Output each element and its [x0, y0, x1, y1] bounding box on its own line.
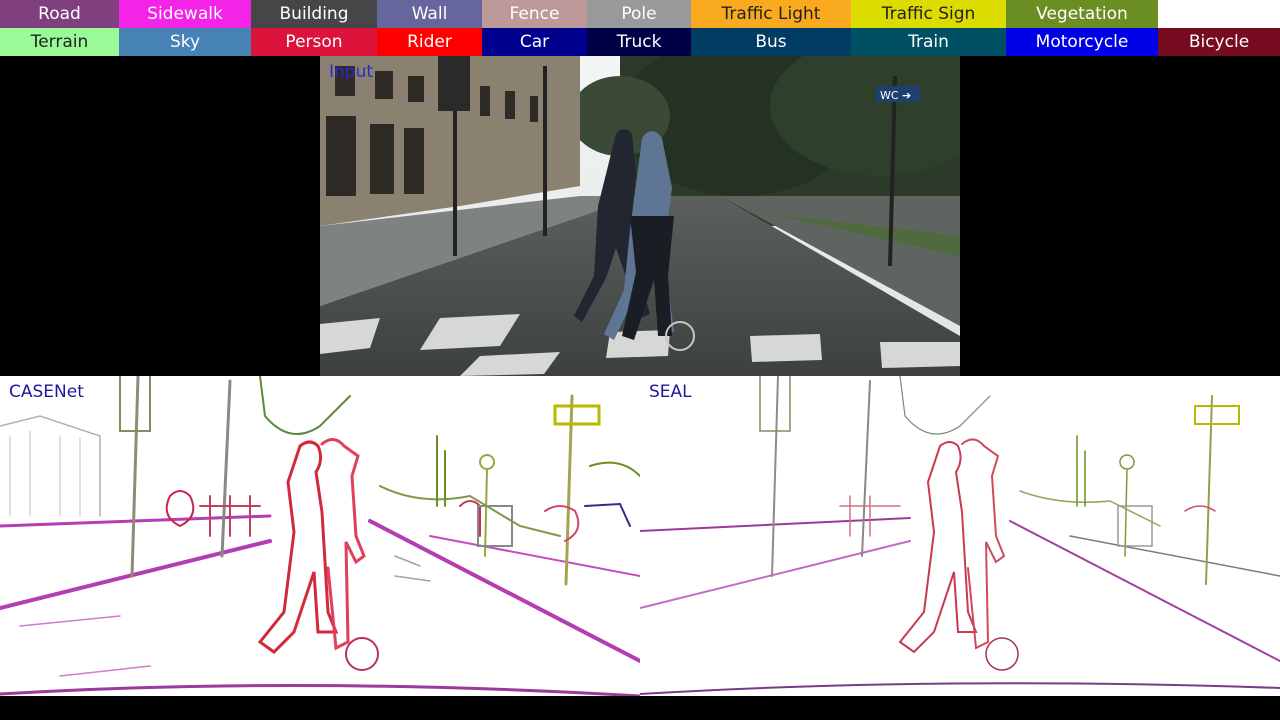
legend-road: Road	[0, 0, 119, 28]
input-label: Input	[329, 62, 374, 82]
legend-terrain: Terrain	[0, 28, 119, 56]
traffic-light-housing	[438, 56, 470, 111]
legend-building: Building	[251, 0, 377, 28]
legend-bicycle: Bicycle	[1158, 28, 1280, 56]
legend-bus: Bus	[691, 28, 851, 56]
input-image-panel: WC ➔ Input	[320, 56, 960, 376]
legend-traffic-sign: Traffic Sign	[851, 0, 1006, 28]
legend-row-1: Road Sidewalk Building Wall Fence Pole T…	[0, 0, 1280, 28]
seal-label: SEAL	[649, 382, 692, 402]
legend-sidewalk: Sidewalk	[119, 0, 251, 28]
legend-empty	[1158, 0, 1280, 28]
legend-person: Person	[251, 28, 377, 56]
seal-output-panel: SEAL	[640, 376, 1280, 696]
seal-edge-map	[640, 376, 1280, 695]
wc-sign-text: WC ➔	[880, 89, 911, 102]
legend-sky: Sky	[119, 28, 251, 56]
street-scene-photo: WC ➔	[320, 56, 960, 376]
casenet-label: CASENet	[9, 382, 84, 402]
legend-fence: Fence	[482, 0, 587, 28]
casenet-edge-map	[0, 376, 640, 696]
legend-row-2: Terrain Sky Person Rider Car Truck Bus T…	[0, 28, 1280, 56]
legend-rider: Rider	[377, 28, 482, 56]
legend-car: Car	[482, 28, 587, 56]
legend-wall: Wall	[377, 0, 482, 28]
casenet-output-panel: CASENet	[0, 376, 640, 696]
legend-traffic-light: Traffic Light	[691, 0, 851, 28]
legend-vegetation: Vegetation	[1006, 0, 1158, 28]
legend-train: Train	[851, 28, 1006, 56]
legend-motorcycle: Motorcycle	[1006, 28, 1158, 56]
legend-truck: Truck	[587, 28, 691, 56]
legend-pole: Pole	[587, 0, 691, 28]
